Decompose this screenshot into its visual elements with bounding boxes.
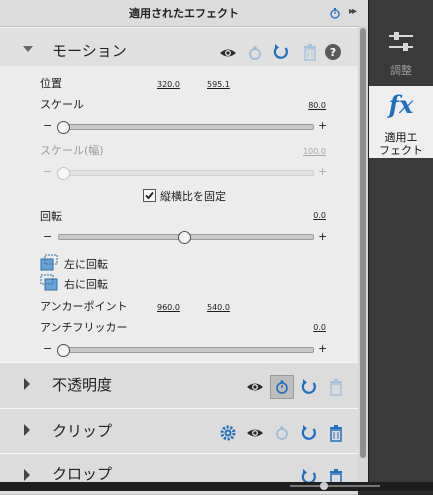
collapse-panel-icon[interactable]: ▸▸ [349,6,357,17]
reset-icon[interactable] [300,378,318,396]
trash-icon[interactable] [327,378,345,396]
scale-width-value: 100.0 [303,147,326,156]
zoom-slider-thumb[interactable] [320,482,328,490]
eye-icon[interactable] [246,424,264,442]
rotation-minus[interactable]: − [43,230,52,243]
stopwatch-icon[interactable] [273,424,291,442]
stopwatch-icon[interactable] [273,378,291,396]
scale-plus[interactable]: + [318,119,327,132]
rotate-right-label[interactable]: 右に回転 [64,276,108,292]
expand-arrow-icon[interactable] [24,469,30,481]
crop-title: クロップ [52,465,113,483]
scale-slider-thumb[interactable] [57,121,70,134]
scale-width-slider [58,170,314,176]
stopwatch-icon[interactable] [329,7,341,19]
help-icon[interactable]: ? [324,43,342,61]
scrollbar-thumb[interactable] [360,28,366,458]
position-x-value[interactable]: 320.0 [157,80,180,89]
scale-width-minus: − [43,165,53,178]
eye-icon[interactable] [246,378,264,396]
scale-width-slider-thumb [57,167,70,180]
opacity-title: 不透明度 [52,376,113,394]
rotate-left-icon[interactable] [40,253,58,271]
collapse-arrow-icon[interactable] [23,46,33,52]
anchor-y-value[interactable]: 540.0 [207,303,230,312]
applied-effects-tab[interactable]: fx 適用エ フェクト [369,86,433,158]
anti-flicker-slider[interactable] [58,347,314,353]
anti-flicker-label: アンチフリッカー [40,321,128,334]
adjust-tab[interactable]: 調整 [369,28,433,86]
anti-flicker-slider-thumb[interactable] [57,344,70,357]
uniform-scale-label: 縦横比を固定 [160,190,226,203]
rotation-label: 回転 [40,210,62,223]
gear-icon[interactable] [219,424,237,442]
rotate-right-icon[interactable] [40,273,58,291]
position-label: 位置 [40,77,62,90]
anchor-x-value[interactable]: 960.0 [157,303,180,312]
sliders-icon [389,32,413,51]
scale-width-label: スケール(幅) [40,144,104,157]
panel-title: 適用されたエフェクト [129,7,239,20]
scale-value[interactable]: 80.0 [290,101,326,110]
uniform-scale-checkbox[interactable] [143,189,156,202]
svg-text:?: ? [330,46,336,59]
anchor-point-label: アンカーポイント [40,300,128,313]
anti-flicker-minus[interactable]: − [43,342,52,355]
expand-arrow-icon[interactable] [24,378,30,390]
stopwatch-icon[interactable] [246,44,264,62]
rotation-slider-thumb[interactable] [178,231,191,244]
scale-slider[interactable] [58,124,314,130]
rotation-plus[interactable]: + [318,230,327,243]
motion-title: モーション [52,42,127,60]
checkmark-icon [145,191,154,200]
eye-icon[interactable] [219,44,237,62]
rotation-value[interactable]: 0.0 [290,211,326,220]
reset-icon[interactable] [300,424,318,442]
position-y-value[interactable]: 595.1 [207,80,230,89]
adjust-label: 調整 [390,64,412,77]
anti-flicker-plus[interactable]: + [318,342,327,355]
fx-label-line2: フェクト [379,144,423,157]
expand-arrow-icon[interactable] [24,424,30,436]
scale-minus[interactable]: − [43,119,52,132]
zoom-slider[interactable] [290,485,380,487]
scale-label: スケール [40,98,84,111]
fx-icon: fx [388,90,414,119]
trash-icon[interactable] [327,424,345,442]
scale-width-plus: + [318,165,328,178]
anti-flicker-value[interactable]: 0.0 [290,323,326,332]
trash-icon[interactable] [301,43,319,61]
reset-icon[interactable] [272,43,290,61]
rotate-left-label[interactable]: 左に回転 [64,256,108,272]
clip-title: クリップ [52,422,113,440]
